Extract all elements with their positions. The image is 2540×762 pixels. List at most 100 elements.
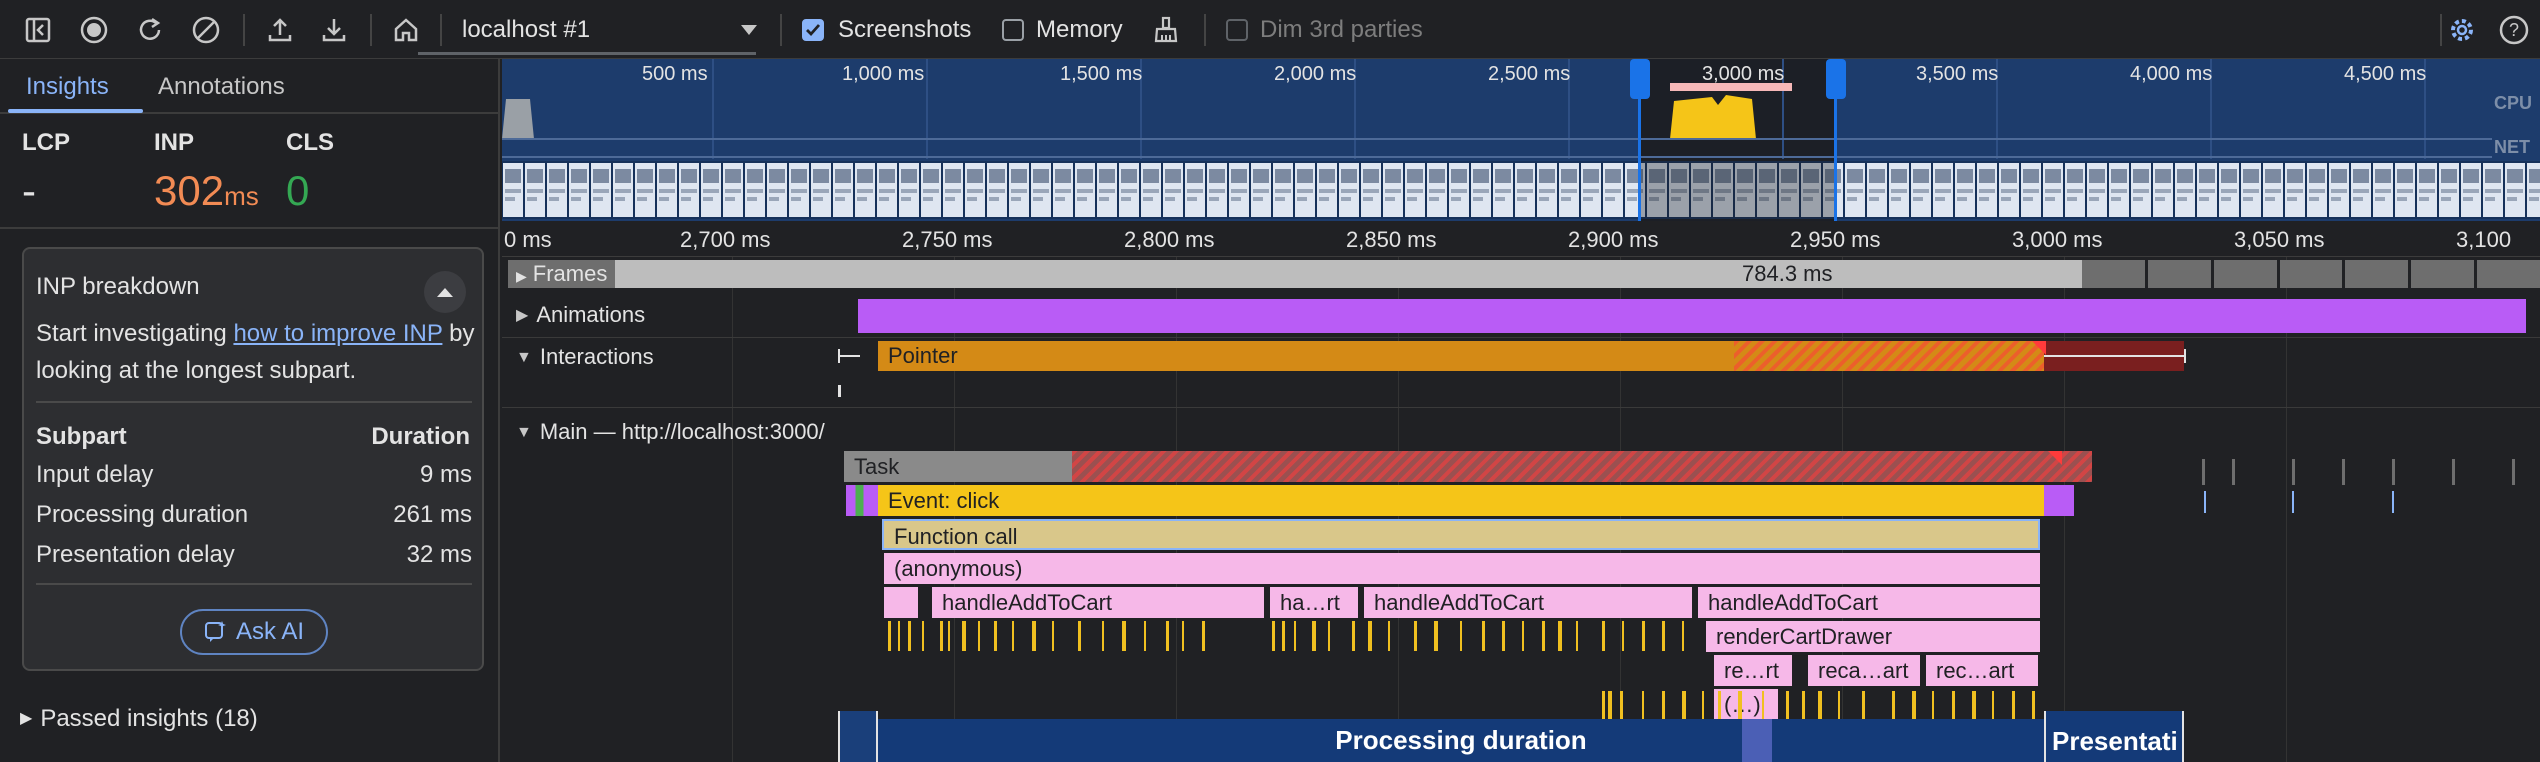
task-warning-triangle — [2048, 451, 2062, 465]
dim-third-parties-label[interactable]: Dim 3rd parties — [1260, 16, 1423, 44]
processing-duration-phase[interactable]: Processing duration — [878, 719, 2044, 762]
gear-icon[interactable] — [2442, 12, 2482, 48]
event-click-bar[interactable]: Event: click — [878, 485, 2044, 516]
ruler-tick: 3,000 ms — [2012, 227, 2103, 252]
overview-right-handle-line — [1834, 97, 1837, 221]
inp-value[interactable]: 302ms — [154, 167, 259, 215]
animations-track-label[interactable]: ▶ Animations — [516, 302, 645, 328]
overview-left-handle-line — [1638, 97, 1641, 221]
frames-segments — [2082, 260, 2540, 288]
inp-label: INP — [154, 129, 195, 156]
frames-track-bar[interactable]: 784.3 ms — [516, 260, 2082, 288]
handle-add-to-cart-short-bar[interactable]: ha…rt — [1270, 587, 1360, 618]
anonymous-bar[interactable]: (anonymous) — [884, 553, 2042, 584]
toolbar-divider — [780, 14, 782, 46]
card-divider — [36, 583, 472, 585]
handle-add-to-cart-bar[interactable]: handleAddToCart — [932, 587, 1266, 618]
recording-select-label[interactable]: localhost #1 — [462, 16, 590, 44]
tab-insights[interactable]: Insights — [26, 73, 109, 101]
lcp-value[interactable]: - — [22, 167, 36, 215]
task-long-hatch — [1072, 451, 2092, 482]
passed-insights-toggle[interactable]: ▶ Passed insights (18) — [20, 705, 258, 733]
memory-checkbox[interactable] — [1002, 19, 1024, 41]
post-event-slice — [2044, 485, 2074, 516]
phase-highlight — [1742, 719, 1772, 762]
time-ruler: 0 ms 2,700 ms 2,750 ms 2,800 ms 2,850 ms… — [502, 221, 2540, 257]
card-divider — [36, 401, 472, 403]
toggle-sidebar-icon[interactable] — [18, 12, 58, 48]
chevron-down-icon[interactable] — [736, 12, 762, 48]
handle-add-to-cart-bar[interactable]: handleAddToCart — [1364, 587, 1694, 618]
ruler-tick: 3,050 ms — [2234, 227, 2325, 252]
long-interaction-hatch — [1734, 341, 2044, 371]
overview-right-handle[interactable] — [1826, 59, 1846, 99]
frames-track-label[interactable]: ▶ Frames — [508, 260, 616, 288]
cls-label: CLS — [286, 129, 334, 156]
flame-slice[interactable] — [884, 587, 920, 618]
toolbar-divider — [370, 14, 372, 46]
sidebar-tabs: Insights Annotations — [0, 59, 498, 114]
whisker-cap — [838, 349, 840, 363]
interaction-marker — [838, 385, 841, 397]
input-delay-phase[interactable] — [838, 711, 878, 762]
script-activity-ticks — [888, 621, 2035, 721]
upload-icon[interactable] — [260, 12, 300, 48]
toolbar: localhost #1 Screenshots Memory Dim 3rd … — [0, 0, 2540, 59]
improve-inp-link[interactable]: how to improve INP — [233, 320, 442, 347]
presentation-delay-phase[interactable]: Presentati — [2044, 711, 2184, 762]
help-icon[interactable]: ? — [2494, 12, 2534, 48]
active-tab-indicator — [8, 109, 143, 113]
home-icon[interactable] — [386, 12, 426, 48]
subpart-header: Subpart — [36, 423, 127, 450]
ruler-tick: 2,900 ms — [1568, 227, 1659, 252]
long-task-triangle — [2032, 341, 2046, 355]
ruler-tick: 2,750 ms — [902, 227, 993, 252]
pre-event-slices — [846, 485, 878, 516]
animations-bar[interactable] — [858, 299, 2526, 333]
download-icon[interactable] — [314, 12, 354, 48]
cpu-activity-chart — [502, 83, 2492, 158]
chevron-up-icon — [437, 288, 453, 297]
function-call-bar[interactable]: Function call — [882, 519, 2040, 550]
duration-header: Duration — [371, 423, 470, 450]
record-icon[interactable] — [74, 12, 114, 48]
broom-icon[interactable] — [1146, 12, 1186, 48]
recording-select-underline — [418, 52, 756, 55]
ruler-tick: 2,700 ms — [680, 227, 771, 252]
svg-text:?: ? — [2509, 20, 2519, 40]
toolbar-divider — [440, 14, 442, 46]
ruler-tick: 2,800 ms — [1124, 227, 1215, 252]
timeline-overview[interactable]: 500 ms 1,000 ms 1,500 ms 2,000 ms 2,500 … — [502, 59, 2540, 221]
screenshots-filmstrip[interactable] — [502, 161, 2540, 219]
tab-annotations[interactable]: Annotations — [158, 73, 285, 101]
card-title: INP breakdown — [36, 273, 200, 300]
ai-sparkle-icon — [204, 621, 226, 642]
track-divider — [502, 407, 2540, 408]
dim-third-parties-checkbox[interactable] — [1226, 19, 1248, 41]
cls-value[interactable]: 0 — [286, 167, 309, 215]
screenshot-thumbnails — [502, 161, 2540, 219]
toolbar-divider — [243, 14, 245, 46]
metrics-divider — [0, 227, 498, 229]
interactions-track-label[interactable]: ▼ Interactions — [516, 344, 654, 370]
ruler-tick: 3,100 — [2456, 227, 2512, 252]
overview-left-handle[interactable] — [1630, 59, 1650, 99]
clear-icon[interactable] — [186, 12, 226, 48]
toolbar-divider — [1204, 14, 1206, 46]
ask-ai-button[interactable]: Ask AI — [180, 609, 328, 655]
memory-label[interactable]: Memory — [1036, 16, 1123, 44]
screenshots-checkbox[interactable] — [802, 19, 824, 41]
insights-sidebar: Insights Annotations LCP INP CLS - 302ms… — [0, 59, 500, 762]
flame-chart[interactable]: 784.3 ms ▶ Frames ▶ Animations ▼ Interactio… — [502, 257, 2540, 762]
ruler-tick: 2,950 ms — [1790, 227, 1881, 252]
presentation-whisker — [2044, 355, 2184, 357]
input-delay-whisker — [838, 355, 860, 357]
breakdown-row[interactable]: Input delay 9 ms — [36, 461, 472, 501]
screenshots-label[interactable]: Screenshots — [838, 16, 971, 44]
main-track-label[interactable]: ▼ Main — http://localhost:3000/ — [516, 419, 825, 445]
reload-record-icon[interactable] — [130, 12, 170, 48]
breakdown-row[interactable]: Presentation delay 32 ms — [36, 541, 472, 581]
handle-add-to-cart-bar[interactable]: handleAddToCart — [1698, 587, 2042, 618]
breakdown-row[interactable]: Processing duration 261 ms — [36, 501, 472, 541]
collapse-button[interactable] — [424, 271, 466, 313]
